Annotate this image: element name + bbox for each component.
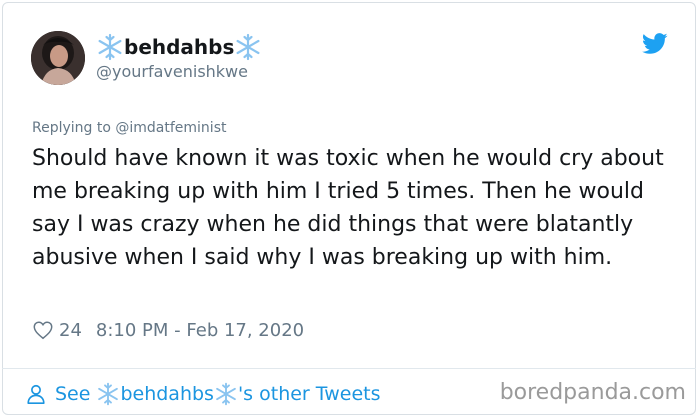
twitter-bird-icon[interactable] [642, 33, 668, 55]
display-name[interactable]: behdahbs [96, 33, 262, 61]
replying-to[interactable]: Replying to @imdatfeminist [32, 120, 226, 136]
watermark: boredpanda.com [499, 380, 686, 405]
avatar[interactable] [31, 31, 85, 85]
snowflake-icon [216, 382, 236, 406]
snowflake-icon [236, 33, 260, 61]
user-handle[interactable]: @yourfavenishkwe [96, 62, 248, 81]
heart-icon[interactable] [32, 319, 54, 341]
other-tweets-link[interactable]: See behdahbs 's other Tweets [25, 380, 381, 408]
snowflake-icon [98, 33, 122, 61]
person-icon [27, 384, 45, 404]
footer-suffix: 's other Tweets [237, 383, 381, 405]
snowflake-icon [98, 382, 119, 406]
tweet-text: Should have known it was toxic when he w… [32, 146, 664, 270]
tweet-meta: 24 8:10 PM - Feb 17, 2020 [32, 318, 304, 342]
divider [2, 368, 696, 369]
tweet-timestamp[interactable]: 8:10 PM - Feb 17, 2020 [96, 320, 304, 341]
like-count[interactable]: 24 [59, 320, 82, 341]
footer-name: behdahbs [120, 383, 214, 405]
display-name-text: behdahbs [124, 35, 235, 59]
see-label: See [55, 383, 91, 405]
avatar-image [31, 31, 85, 85]
